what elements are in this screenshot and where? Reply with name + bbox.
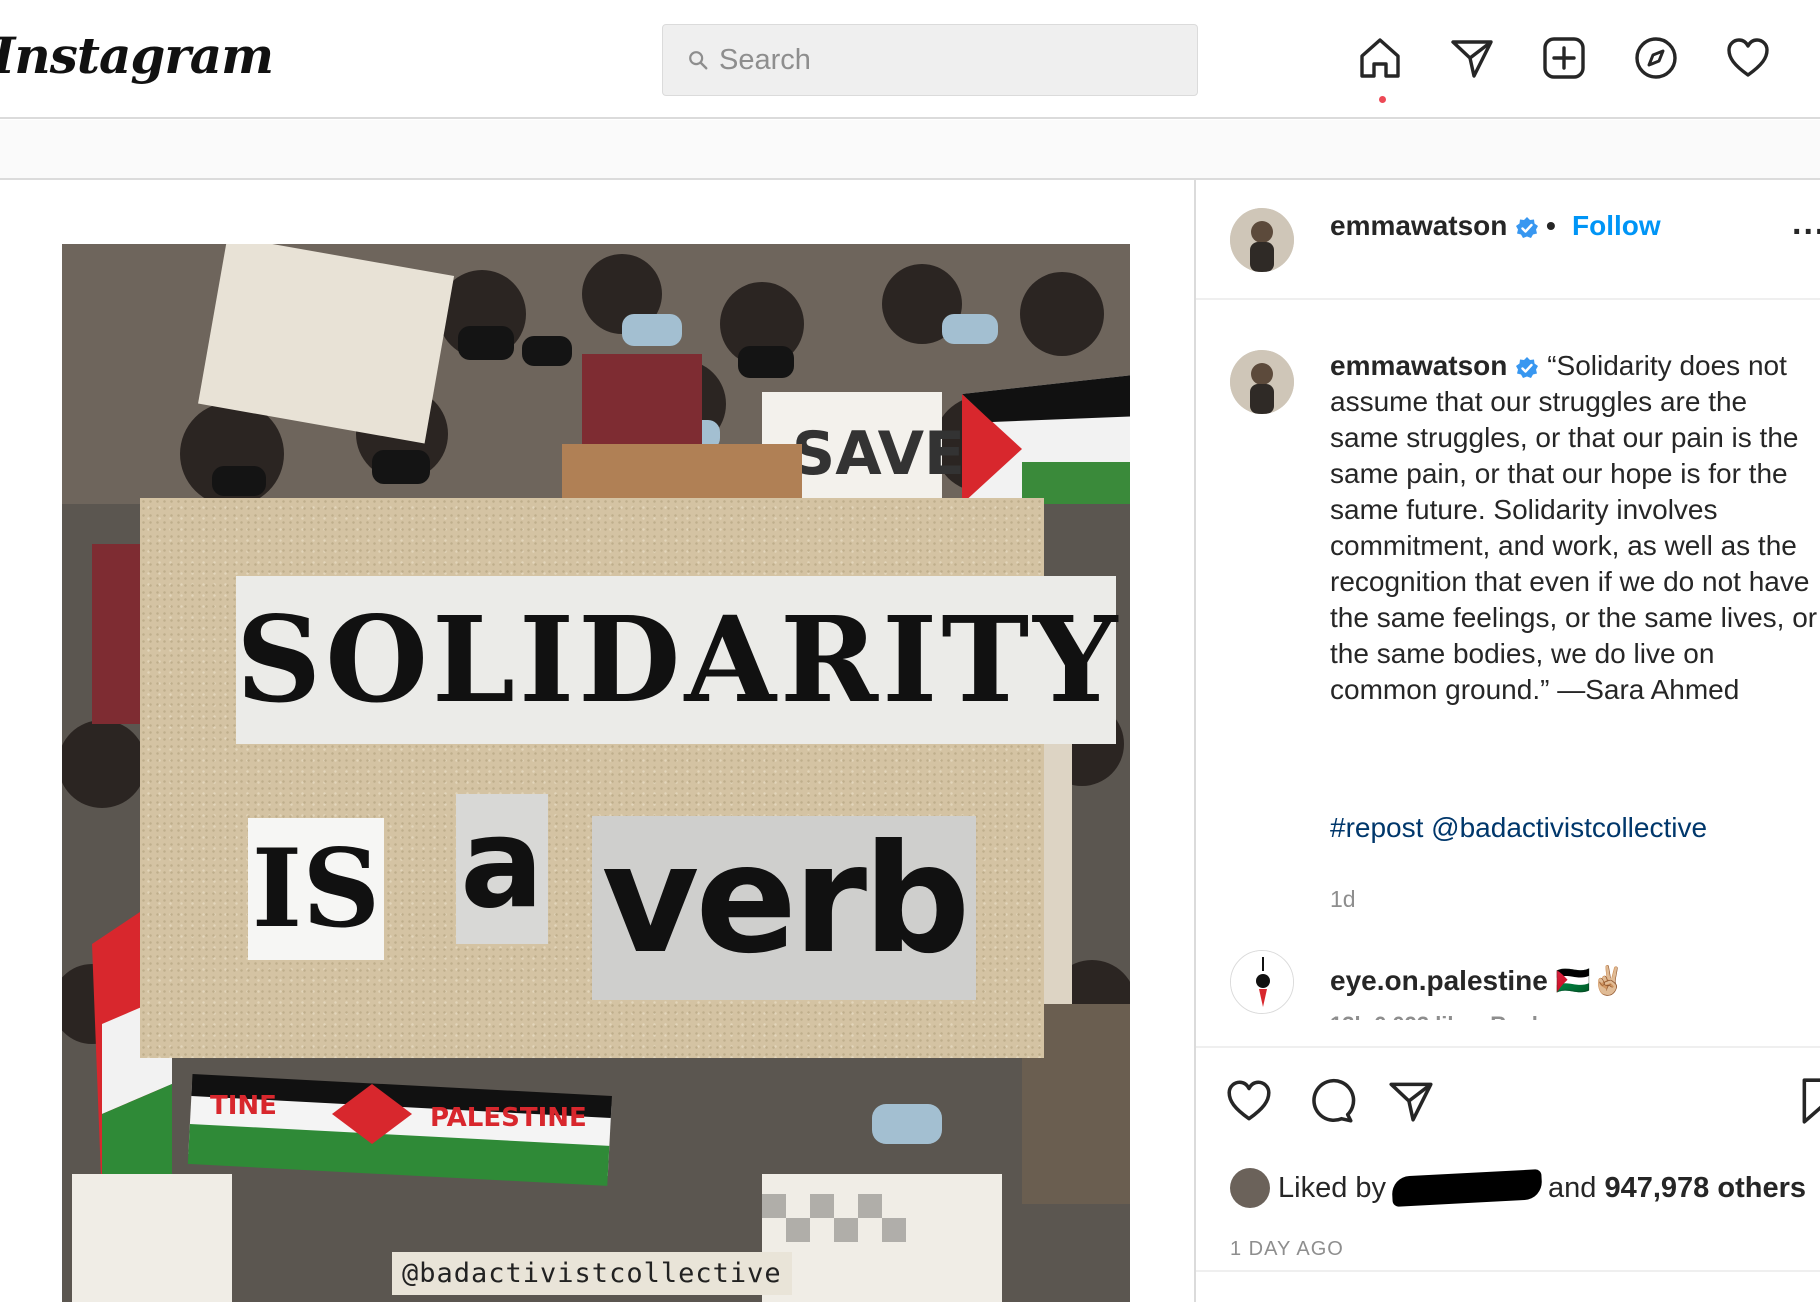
activity-icon[interactable] xyxy=(1724,34,1772,82)
caption-timestamp: 1d xyxy=(1330,886,1356,912)
post-side-panel: emmawatson • Follow ... emmawatson “Soli… xyxy=(1194,180,1820,1302)
author-avatar[interactable] xyxy=(1230,208,1294,272)
author-username-text[interactable]: emmawatson xyxy=(1330,210,1507,241)
commenter-avatar[interactable] xyxy=(1230,950,1294,1014)
comment-icon[interactable] xyxy=(1306,1076,1356,1126)
author-username[interactable]: emmawatson xyxy=(1330,210,1539,242)
caption-hashtags[interactable]: #repost @badactivistcollective xyxy=(1330,812,1707,844)
verified-badge-icon xyxy=(1516,216,1539,238)
caption-body: “Solidarity does not assume that our str… xyxy=(1330,350,1818,705)
sign-palestine: PALESTINE xyxy=(430,1103,587,1133)
liker-avatar[interactable] xyxy=(1230,1168,1270,1208)
post-image[interactable]: SAVE TINE PALESTINE SOLIDARITY IS a verb… xyxy=(62,244,1130,1302)
headline-a: a xyxy=(456,794,548,944)
comment-emoji: 🇵🇸✌🏼 xyxy=(1555,965,1626,996)
headline-solidarity: SOLIDARITY xyxy=(236,576,1117,744)
image-watermark: @badactivistcollective xyxy=(392,1252,792,1295)
follow-button[interactable]: Follow xyxy=(1572,210,1661,242)
caption-verified-badge-icon xyxy=(1516,356,1539,378)
caption-and-comments: emmawatson “Solidarity does not assume t… xyxy=(1196,300,1820,1020)
caption-avatar[interactable] xyxy=(1230,350,1294,414)
nav-icons xyxy=(1356,34,1772,82)
comment-username[interactable]: eye.on.palestine xyxy=(1330,965,1548,996)
search-box[interactable] xyxy=(662,24,1198,96)
header-separator: • xyxy=(1546,210,1556,241)
headline-verb: verb xyxy=(592,816,976,1000)
search-icon xyxy=(689,51,708,70)
liked-by-and: and xyxy=(1548,1171,1597,1204)
comment-box-divider xyxy=(1196,1270,1820,1272)
save-icon[interactable] xyxy=(1796,1076,1820,1126)
new-post-icon[interactable] xyxy=(1540,34,1588,82)
share-icon[interactable] xyxy=(1386,1076,1436,1126)
comment-meta: 13h 6,093 likes Reply xyxy=(1330,1012,1550,1020)
home-notification-dot xyxy=(1379,96,1386,103)
search-input[interactable] xyxy=(719,43,1159,77)
caption-username[interactable]: emmawatson xyxy=(1330,350,1507,381)
more-options-icon[interactable]: ... xyxy=(1792,204,1820,243)
liked-by-prefix: Liked by xyxy=(1278,1171,1387,1204)
likes-count[interactable]: 947,978 others xyxy=(1604,1172,1806,1205)
stories-strip xyxy=(0,120,1820,180)
home-icon[interactable] xyxy=(1356,34,1404,82)
post-header: emmawatson • Follow ... xyxy=(1196,180,1820,300)
top-navigation-bar: Instagram xyxy=(0,0,1820,119)
headline-is: IS xyxy=(248,818,384,960)
post-actions: Liked by and 947,978 others 1 DAY AGO xyxy=(1196,1046,1820,1302)
direct-icon[interactable] xyxy=(1448,34,1496,82)
caption: emmawatson “Solidarity does not assume t… xyxy=(1330,348,1820,708)
post-date: 1 DAY AGO xyxy=(1230,1238,1344,1260)
sign-save: SAVE xyxy=(792,419,965,489)
collage-board: SOLIDARITY IS a verb xyxy=(140,498,1117,1058)
comment: eye.on.palestine 🇵🇸✌🏼 xyxy=(1330,964,1625,997)
like-icon[interactable] xyxy=(1224,1076,1274,1126)
instagram-logo[interactable]: Instagram xyxy=(0,26,274,85)
explore-icon[interactable] xyxy=(1632,34,1680,82)
redacted-username xyxy=(1391,1169,1543,1207)
liked-by: Liked by and 947,978 others xyxy=(1230,1168,1806,1208)
sign-tine: TINE xyxy=(210,1091,277,1121)
